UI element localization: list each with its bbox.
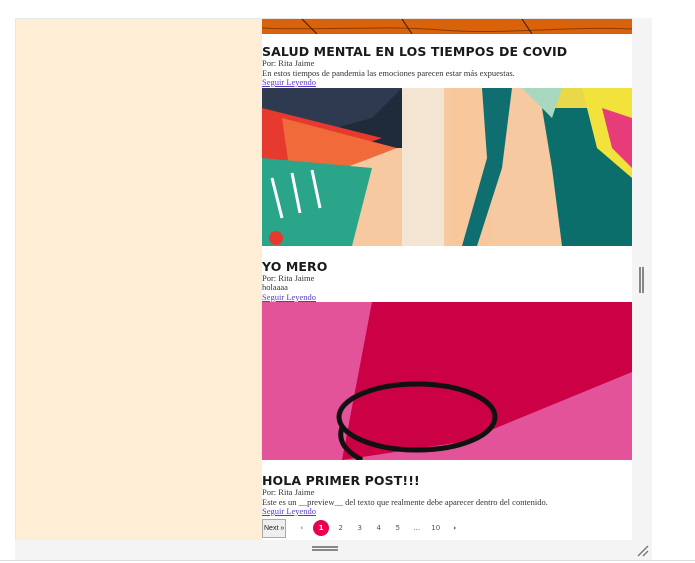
- read-more-link[interactable]: Seguir Leyendo: [262, 77, 633, 88]
- chevron-left-icon[interactable]: ‹: [292, 524, 311, 532]
- post-image-cropped: [262, 19, 632, 34]
- page-link[interactable]: 2: [331, 524, 350, 532]
- page-link[interactable]: 4: [369, 524, 388, 532]
- post-image[interactable]: [262, 302, 632, 460]
- page-link[interactable]: 5: [388, 524, 407, 532]
- vertical-grip-icon[interactable]: [639, 267, 645, 293]
- next-button[interactable]: Next »: [262, 518, 287, 538]
- post-title[interactable]: YO MERO: [262, 259, 633, 274]
- page-link[interactable]: 3: [350, 524, 369, 532]
- page-link[interactable]: 10: [426, 524, 445, 532]
- post-excerpt: En estos tiempos de pandemia las emocion…: [262, 67, 515, 78]
- read-more-link[interactable]: Seguir Leyendo: [262, 506, 633, 517]
- post-card: SALUD MENTAL EN LOS TIEMPOS DE COVID Por…: [262, 45, 633, 88]
- post-image[interactable]: [262, 87, 632, 246]
- page-link[interactable]: 1: [313, 520, 330, 536]
- browser-viewport: SALUD MENTAL EN LOS TIEMPOS DE COVID Por…: [15, 18, 634, 542]
- post-excerpt: holaaaa: [262, 282, 288, 292]
- post-title[interactable]: SALUD MENTAL EN LOS TIEMPOS DE COVID: [262, 45, 633, 59]
- chevron-right-icon[interactable]: ›: [445, 524, 464, 532]
- divider: [0, 560, 695, 561]
- post-excerpt: Este es un __preview__ del texto que rea…: [262, 496, 548, 507]
- pagination: Next » ‹ 1 2 3 4 5 ... 10 ›: [262, 517, 464, 539]
- resize-handle-icon[interactable]: [636, 544, 649, 557]
- posts-list: SALUD MENTAL EN LOS TIEMPOS DE COVID Por…: [262, 19, 633, 541]
- read-more-link[interactable]: Seguir Leyendo: [262, 292, 633, 303]
- post-author: Por: Rita Jaime: [262, 272, 315, 283]
- post-title[interactable]: HOLA PRIMER POST!!!: [262, 474, 633, 488]
- horizontal-grip-icon[interactable]: [312, 546, 338, 552]
- page-ellipsis: ...: [413, 524, 421, 532]
- post-card: HOLA PRIMER POST!!! Por: Rita Jaime Este…: [262, 474, 633, 517]
- sidebar: [16, 19, 262, 541]
- post-card: YO MERO Por: Rita Jaime holaaaa Seguir L…: [262, 259, 633, 303]
